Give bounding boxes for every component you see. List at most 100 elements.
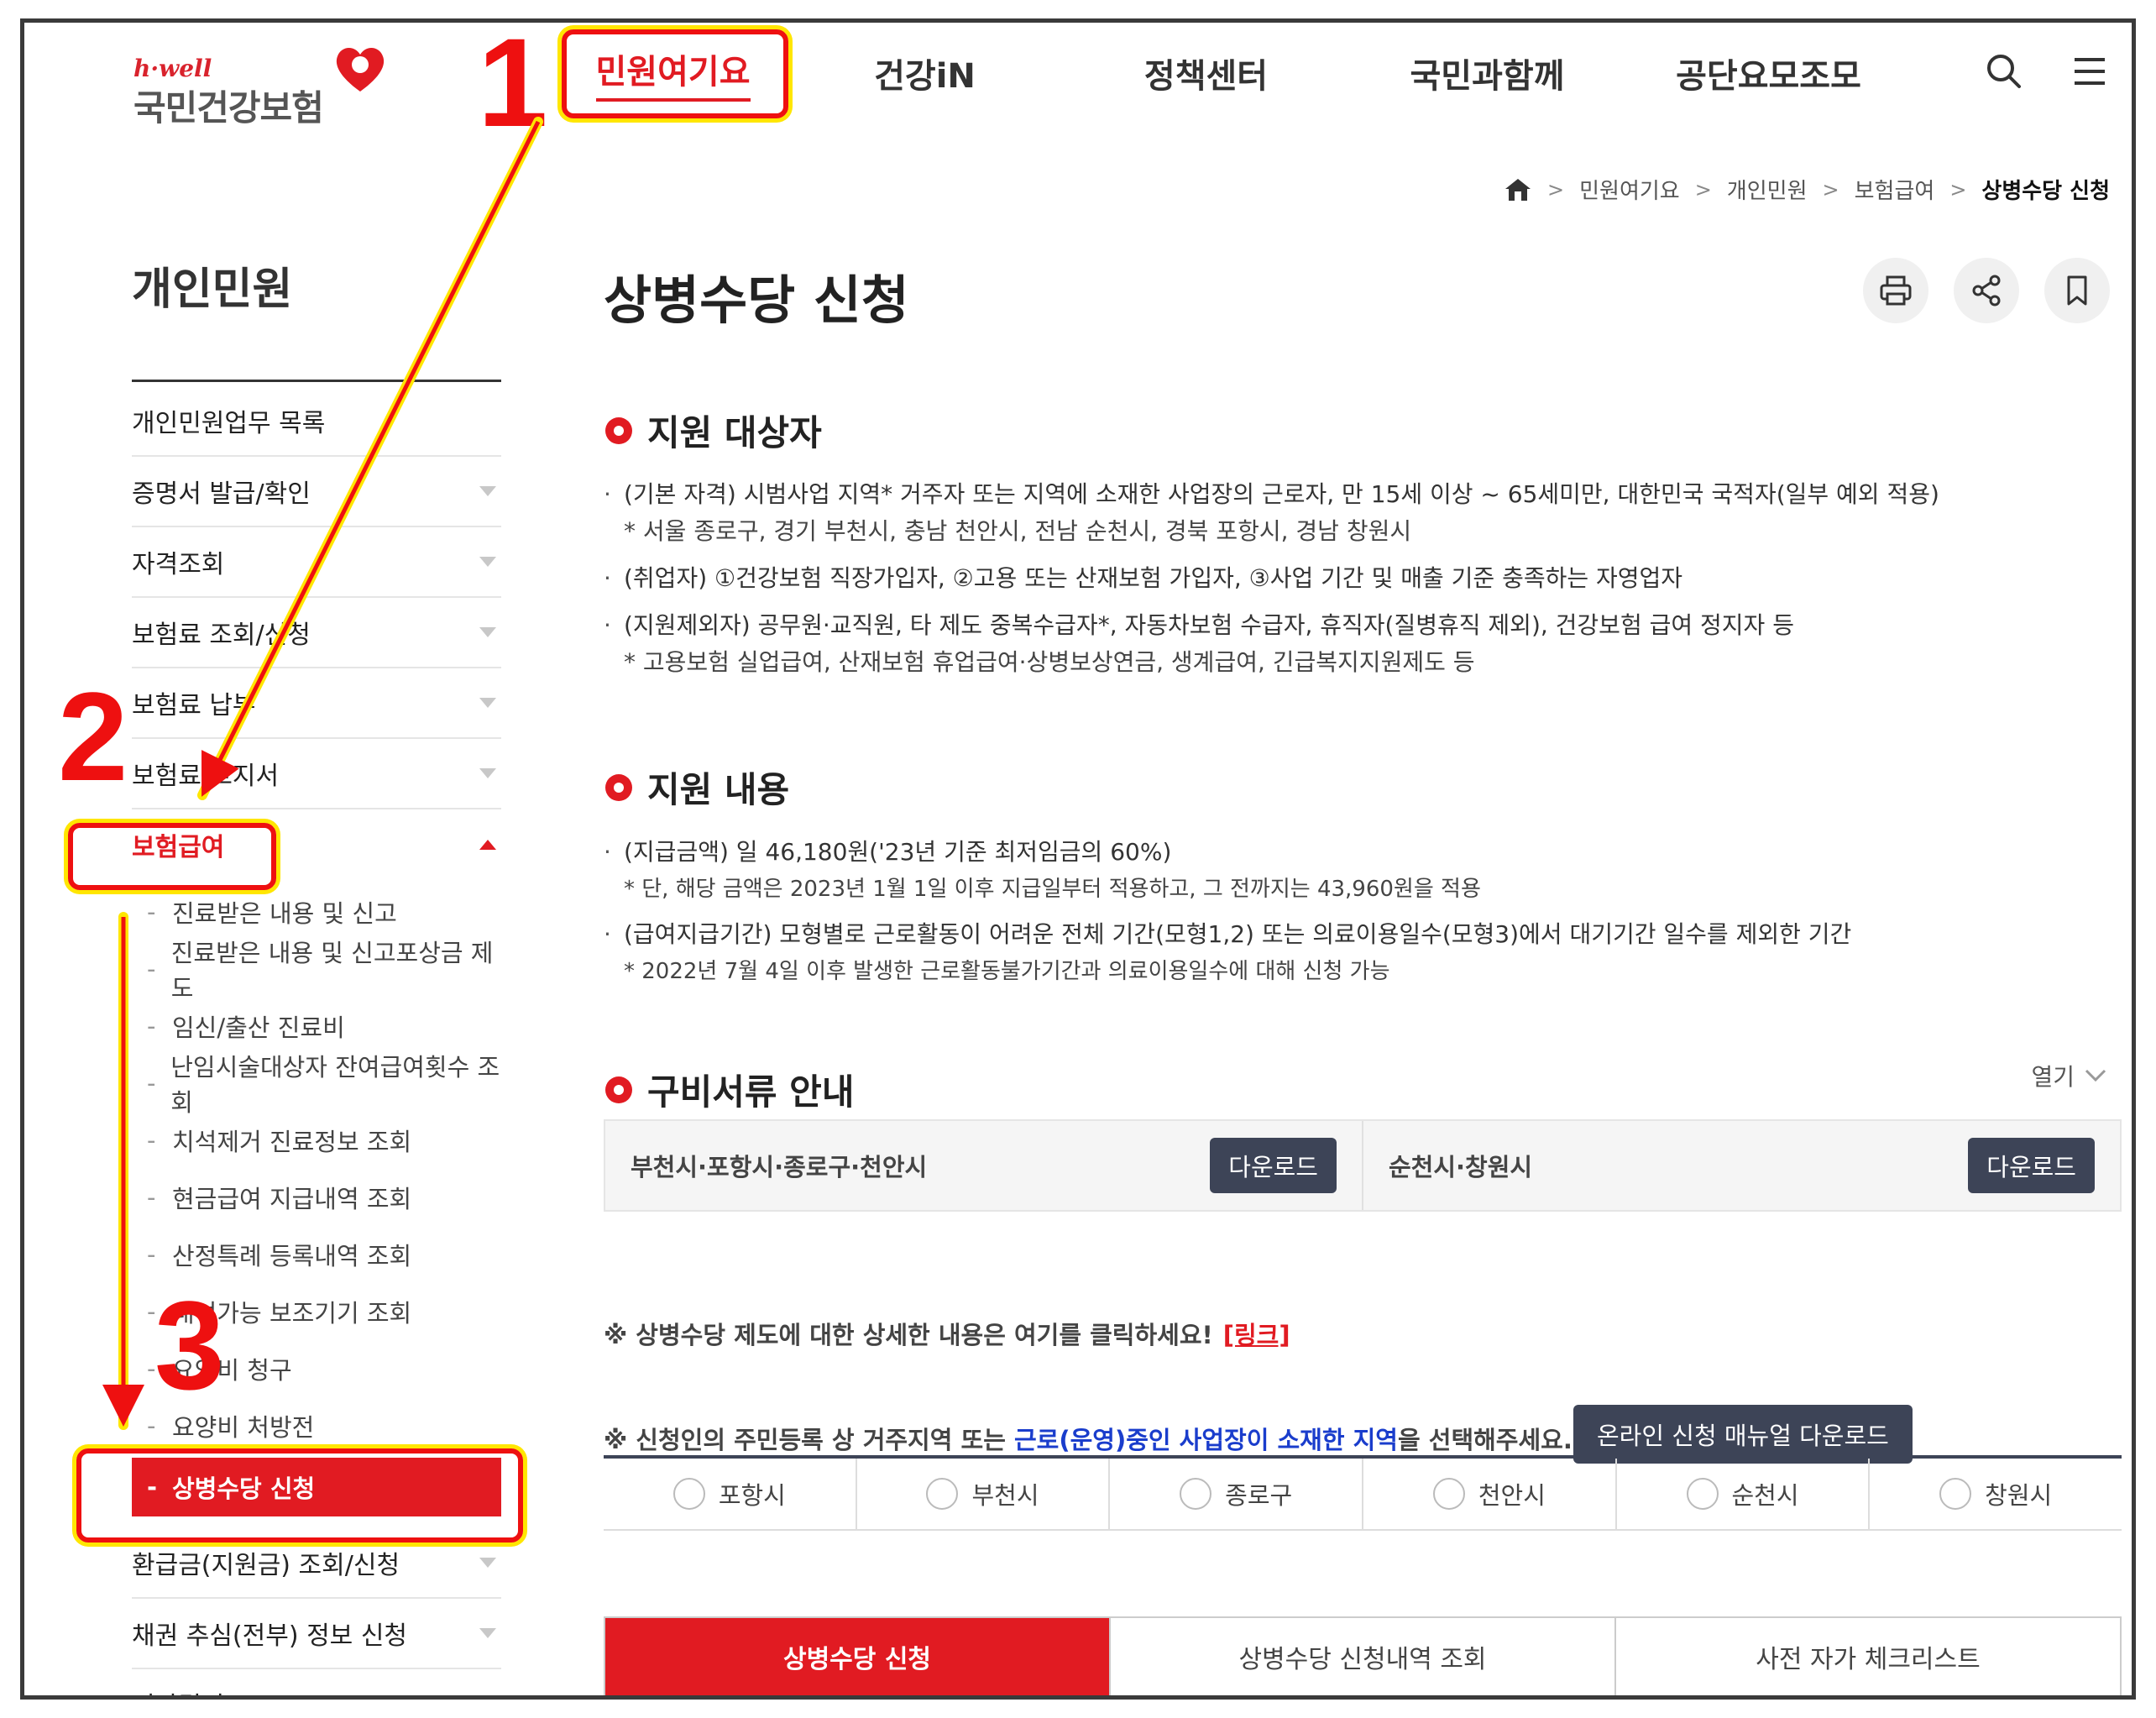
eligibility-list: · (기본 자격) 시범사업 지역* 거주자 또는 지역에 소재한 사업장의 근로… [604,476,1939,681]
sidebar-item-eligibility[interactable]: 자격조회 [132,527,501,598]
step-number-1: 1 [478,18,548,153]
chevron-down-icon [479,1699,496,1700]
submenu-item[interactable]: - 진료받은 내용 및 신고 [132,883,501,940]
region-radio-cheonan[interactable]: 천안시 [1362,1459,1615,1529]
submenu-item[interactable]: - 진료받은 내용 및 신고포상금 제도 [132,939,501,1003]
print-button[interactable] [1863,258,1928,323]
list-note: * 단, 해당 금액은 2023년 1월 1일 이후 지급일부터 적용하고, 그… [624,877,1481,902]
breadcrumb-item[interactable]: 민원여기요 [1579,174,1680,205]
region-radio-group: 포항시 부천시 종로구 천안시 순천시 창원시 [604,1455,2122,1531]
gnb-item-policy-center[interactable]: 정책센터 [1065,23,1347,123]
submenu-item[interactable]: - 임신/출산 진료비 [132,998,501,1055]
region-radio-jongno[interactable]: 종로구 [1108,1459,1362,1529]
sidebar-item-premium-notice[interactable]: 보험료 고지서 [132,739,501,809]
sidebar-nav: 개인민원업무 목록 증명서 발급/확인 자격조회 보험료 조회/신청 보험료 납… [132,386,501,1700]
tab-apply[interactable]: 상병수당 신청 [605,1618,1109,1695]
gnb-item-about[interactable]: 공단요모조모 [1628,23,1909,123]
sidebar-item-debt-collection[interactable]: 채권 추심(전부) 정보 신청 [132,1599,501,1669]
submenu-item[interactable]: - 요양비 처방전 [132,1397,501,1454]
submenu-item[interactable]: - 난임시술대상자 잔여급여횟수 조회 [132,1053,501,1117]
sidebar-item-refund[interactable]: 환급금(지원금) 조회/신청 [132,1528,501,1599]
search-icon[interactable] [1981,48,2028,95]
list-item: · (취업자) ①건강보험 직장가입자, ②고용 또는 산재보험 가입자, ③사업… [604,564,1683,592]
documents-cell: 순천시·창원시 다운로드 [1362,1121,2120,1210]
radio-circle[interactable] [1432,1478,1465,1510]
section-heading: 구비서류 안내 [604,1064,854,1115]
share-button[interactable] [1954,258,2019,323]
sidebar-item-premium-payment[interactable]: 보험료 납부 [132,668,501,739]
expand-toggle[interactable]: 열기 [2031,1059,2106,1092]
chevron-up-icon [479,840,496,850]
gnb-item-minwon[interactable]: 민원여기요 [562,23,784,123]
submenu-item[interactable]: - 산정특례 등록내역 조회 [132,1226,501,1283]
submenu-item[interactable]: - 내여가능 보조기기 조회 [132,1283,501,1340]
radio-circle[interactable] [1686,1478,1719,1510]
chevron-right-icon: > [1822,177,1839,202]
radio-circle[interactable] [1939,1478,1972,1510]
heart-logo-icon [336,47,385,92]
region-radio-pohang[interactable]: 포항시 [604,1459,856,1529]
breadcrumb: > 민원여기요 > 개인민원 > 보험급여 > 상병수당 신청 [1504,174,2110,205]
sidebar-item-premium-inquiry[interactable]: 보험료 조회/신청 [132,598,501,668]
bottom-tabs: 상병수당 신청 상병수당 신청내역 조회 사전 자가 체크리스트 [604,1616,2122,1695]
section-heading: 지원 내용 [604,762,789,813]
home-icon[interactable] [1504,177,1532,202]
list-item: · (급여지급기간) 모형별로 근로활동이 어려운 전체 기간(모형1,2) 또는… [604,920,1852,948]
radio-circle[interactable] [672,1478,705,1510]
chevron-down-icon [479,768,496,778]
radio-circle[interactable] [1180,1478,1212,1510]
sidebar-title: 개인민원 [132,265,293,315]
sidebar-submenu: - 진료받은 내용 및 신고 - 진료받은 내용 및 신고포상금 제도 - 임신/출산… [132,880,501,1528]
region-radio-changwon[interactable]: 창원시 [1868,1459,2122,1529]
sidebar-item-insurance-benefits[interactable]: 보험급여 [132,809,501,880]
page-title: 상병수당 신청 [604,270,909,331]
submenu-item-sickness-allowance[interactable]: - 상병수당 신청 [132,1458,501,1516]
download-button[interactable]: 다운로드 [1210,1138,1337,1193]
chevron-down-icon [479,698,496,708]
nhis-logo[interactable]: h·well 국민건강보험 [133,39,411,132]
logo-name: 국민건강보험 [133,87,324,128]
sidebar-item-certificates[interactable]: 증명서 발급/확인 [132,457,501,527]
print-icon [1880,275,1912,306]
tab-history[interactable]: 상병수당 신청내역 조회 [1109,1618,1614,1695]
radio-circle[interactable] [926,1478,959,1510]
region-radio-suncheon[interactable]: 순천시 [1614,1459,1869,1529]
bookmark-button[interactable] [2044,258,2110,323]
region-radio-bucheon[interactable]: 부천시 [855,1459,1109,1529]
chevron-down-icon [479,627,496,637]
detail-notice: ※ 상병수당 제도에 대한 상세한 내용은 여기를 클릭하세요! [링크] [604,1321,1290,1349]
share-icon [1972,275,2001,306]
menu-icon[interactable] [2066,48,2113,95]
divider [132,380,501,382]
breadcrumb-item[interactable]: 보험급여 [1855,174,1935,205]
chevron-right-icon: > [1694,177,1712,202]
list-note: * 고용보험 실업급여, 산재보험 휴업급여·상병보상연금, 생계급여, 긴급복… [624,648,1475,676]
documents-table: 부천시·포항시·종로구·천안시 다운로드 순천시·창원시 다운로드 [604,1119,2122,1212]
gnb-item-health-in[interactable]: 건강iN [784,23,1065,123]
support-list: · (지급금액) 일 46,180원('23년 기준 최저임금의 60%) * 단… [604,834,1851,990]
list-note: * 2022년 7월 4일 이후 발생한 근로활동불가기간과 의료이용일수에 대… [624,959,1390,984]
chevron-right-icon: > [1547,177,1565,202]
tab-checklist[interactable]: 사전 자가 체크리스트 [1614,1618,2120,1695]
sidebar-item-minwon-list[interactable]: 개인민원업무 목록 [132,386,501,457]
gnb-item-with-citizens[interactable]: 국민과함께 [1347,23,1628,123]
chevron-down-icon [479,1558,496,1568]
region-notice: ※ 신청인의 주민등록 상 거주지역 또는 근로(운영)중인 사업장이 소재한 … [604,1426,1573,1454]
logo-tagline: h·well [133,55,212,82]
section-heading: 지원 대상자 [604,405,822,456]
list-item: · (지급금액) 일 46,180원('23년 기준 최저임금의 60%) [604,838,1172,866]
detail-link[interactable]: [링크] [1223,1321,1290,1349]
page-tools [1863,258,2110,323]
download-button[interactable]: 다운로드 [1968,1138,2095,1193]
list-item: · (기본 자격) 시범사업 지역* 거주자 또는 지역에 소재한 사업장의 근로… [604,480,1939,508]
list-item: · (지원제외자) 공무원·교직원, 타 제도 중복수급자*, 자동차보험 수급자… [604,611,1794,639]
global-nav: 민원여기요 건강iN 정책센터 국민과함께 공단요모조모 [562,23,1909,123]
heart-bullet-icon [605,1076,632,1103]
step-number-2: 2 [58,666,128,807]
chevron-right-icon: > [1949,177,1967,202]
breadcrumb-item[interactable]: 개인민원 [1727,174,1808,205]
submenu-item[interactable]: - 현금급여 지급내역 조회 [132,1169,501,1226]
submenu-item[interactable]: - 치석제거 진료정보 조회 [132,1112,501,1169]
submenu-item[interactable]: - 요양비 청구 [132,1340,501,1397]
sidebar-item-health-checkup[interactable]: 건강검진 [132,1669,501,1700]
